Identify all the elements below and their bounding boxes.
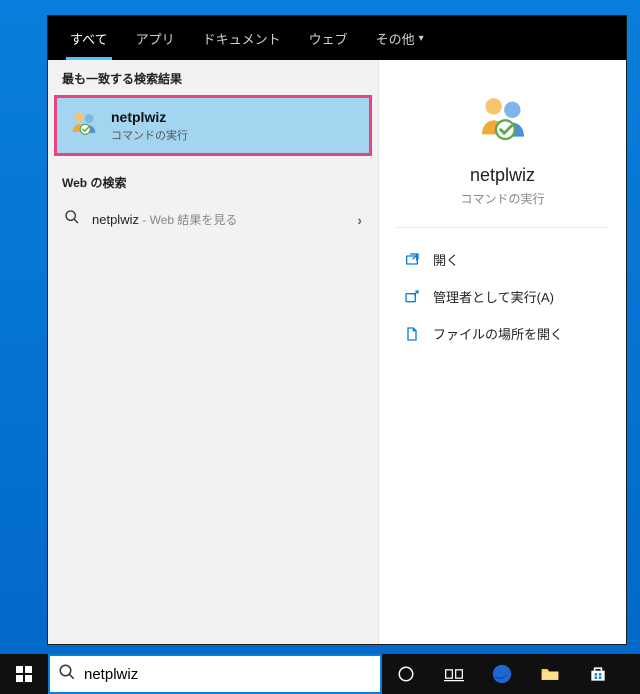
cortana-button[interactable] bbox=[382, 654, 430, 694]
search-tabs: すべて アプリ ドキュメント ウェブ その他 ▾ bbox=[48, 16, 626, 60]
web-search-header: Web の検索 bbox=[48, 164, 378, 199]
tab-label: アプリ bbox=[136, 29, 175, 48]
search-icon bbox=[58, 663, 76, 686]
taskbar bbox=[0, 654, 640, 694]
detail-title: netplwiz bbox=[470, 165, 535, 186]
detail-actions: 開く 管理者として実行(A) ファイルの場所を開く bbox=[397, 242, 608, 351]
web-result-text: netplwiz - Web 結果を見る bbox=[92, 211, 237, 228]
best-match-result[interactable]: netplwiz コマンドの実行 bbox=[54, 95, 372, 156]
store-icon bbox=[588, 664, 608, 684]
taskbar-app-explorer[interactable] bbox=[526, 654, 574, 694]
detail-hero: netplwiz コマンドの実行 bbox=[397, 80, 608, 228]
action-open-location[interactable]: ファイルの場所を開く bbox=[397, 316, 608, 351]
task-view-icon bbox=[444, 664, 464, 684]
windows-logo-icon bbox=[16, 666, 32, 682]
folder-location-icon bbox=[403, 326, 421, 342]
netplwiz-icon bbox=[475, 90, 531, 151]
open-icon bbox=[403, 252, 421, 268]
cortana-icon bbox=[397, 665, 415, 683]
best-match-title: netplwiz bbox=[111, 109, 188, 125]
action-label: ファイルの場所を開く bbox=[433, 324, 563, 343]
web-result-suffix: - Web 結果を見る bbox=[139, 213, 237, 227]
start-button[interactable] bbox=[0, 654, 48, 694]
taskbar-search-box[interactable] bbox=[48, 654, 382, 694]
admin-shield-icon bbox=[403, 289, 421, 305]
edge-icon bbox=[491, 663, 513, 685]
best-match-subtitle: コマンドの実行 bbox=[111, 127, 188, 143]
action-label: 管理者として実行(A) bbox=[433, 287, 554, 306]
best-match-header: 最も一致する検索結果 bbox=[48, 60, 378, 95]
folder-icon bbox=[540, 664, 560, 684]
tab-label: ドキュメント bbox=[203, 29, 281, 48]
search-panel-body: 最も一致する検索結果 netplwiz コマンドの実行 bbox=[48, 60, 626, 644]
chevron-right-icon: › bbox=[357, 212, 362, 228]
tab-label: ウェブ bbox=[309, 29, 348, 48]
action-run-as-admin[interactable]: 管理者として実行(A) bbox=[397, 279, 608, 314]
search-icon bbox=[64, 209, 80, 230]
netplwiz-icon bbox=[69, 108, 99, 143]
detail-pane: netplwiz コマンドの実行 開く 管理者として実行(A) bbox=[378, 60, 626, 644]
tab-label: すべて bbox=[70, 29, 108, 48]
taskbar-app-store[interactable] bbox=[574, 654, 622, 694]
best-match-text: netplwiz コマンドの実行 bbox=[111, 109, 188, 143]
tab-documents[interactable]: ドキュメント bbox=[191, 16, 293, 60]
taskbar-app-edge[interactable] bbox=[478, 654, 526, 694]
tab-label: その他 bbox=[376, 29, 415, 48]
taskbar-search-input[interactable] bbox=[84, 656, 372, 692]
detail-subtitle: コマンドの実行 bbox=[460, 190, 544, 207]
action-label: 開く bbox=[433, 250, 459, 269]
windows-search-panel: すべて アプリ ドキュメント ウェブ その他 ▾ 最も一致する検索結果 bbox=[47, 15, 627, 645]
tab-more[interactable]: その他 ▾ bbox=[364, 16, 436, 60]
web-search-result[interactable]: netplwiz - Web 結果を見る › bbox=[48, 199, 378, 240]
tab-web[interactable]: ウェブ bbox=[297, 16, 360, 60]
task-view-button[interactable] bbox=[430, 654, 478, 694]
tab-apps[interactable]: アプリ bbox=[124, 16, 187, 60]
tab-all[interactable]: すべて bbox=[58, 16, 120, 60]
action-open[interactable]: 開く bbox=[397, 242, 608, 277]
results-column: 最も一致する検索結果 netplwiz コマンドの実行 bbox=[48, 60, 378, 644]
chevron-down-icon: ▾ bbox=[419, 33, 424, 44]
web-result-query: netplwiz bbox=[92, 212, 139, 227]
